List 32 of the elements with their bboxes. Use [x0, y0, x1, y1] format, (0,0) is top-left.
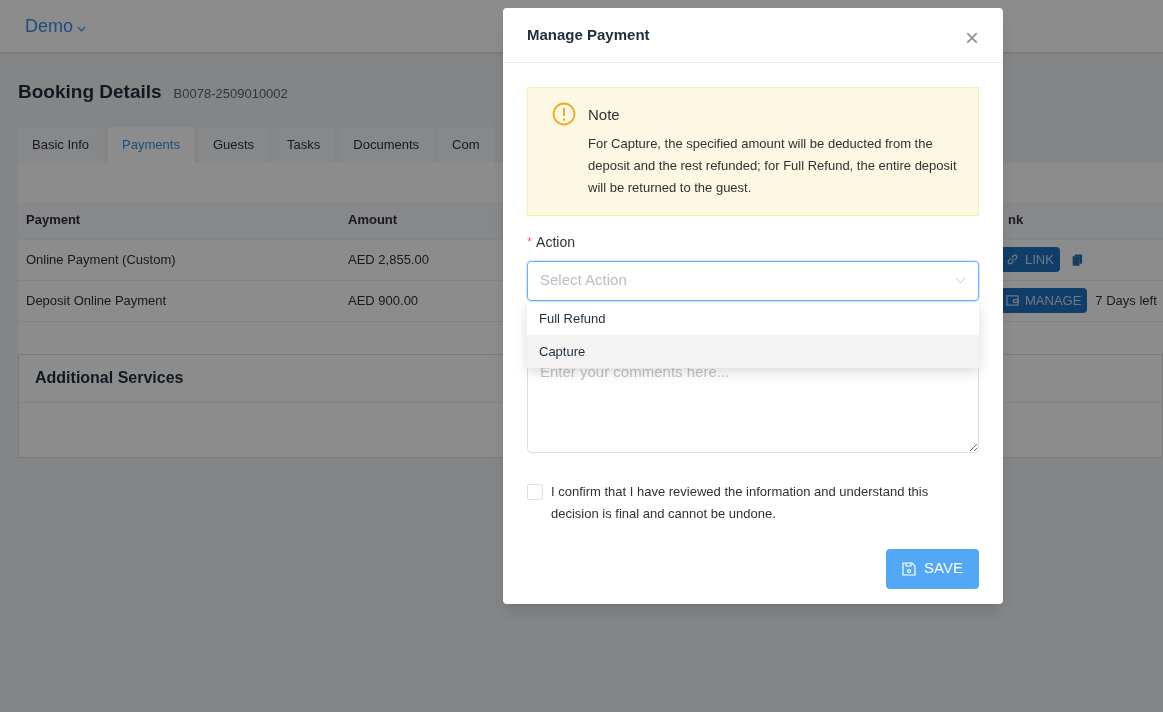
caret-icon	[77, 26, 86, 32]
confirm-text: I confirm that I have reviewed the information and understand this decision is final and cannot be undone.	[551, 482, 930, 523]
link-button[interactable]: LINK	[1000, 247, 1060, 272]
chain-link-icon	[1006, 253, 1019, 266]
table-cell: AED 900.00	[348, 292, 419, 308]
checkbox[interactable]	[527, 483, 543, 500]
warning-icon	[552, 102, 576, 126]
tab[interactable]: Payments	[108, 126, 194, 163]
booking-id: B0078-2509010002	[173, 85, 288, 103]
table-cell: AED 2,855.00	[348, 251, 429, 267]
section-title: Additional Services	[35, 368, 184, 388]
days-left-text: 7 Days left	[1095, 291, 1157, 310]
chevron-icon	[955, 277, 966, 284]
column-header: nk	[1008, 212, 1024, 228]
page-title: Booking Details	[18, 80, 162, 104]
copy-icon[interactable]	[1071, 252, 1083, 267]
workspace-dropdown[interactable]: Demo	[25, 12, 86, 40]
dropdown-option[interactable]: Full Refund	[527, 302, 979, 335]
table-cell: Online Payment (Custom)	[26, 251, 176, 267]
save-button[interactable]: SAVE	[886, 548, 979, 589]
column-header: Amount	[348, 212, 398, 228]
note-text: For Capture, the specified amount will be deducted from the deposit and the rest refunded; for Full Refund, the entire deposit will be returned to the guest.	[588, 134, 958, 197]
wallet-icon	[1006, 294, 1019, 307]
table-cell: Deposit Online Payment	[26, 292, 167, 308]
close-button[interactable]: ×	[965, 26, 979, 50]
field-label: Action	[536, 232, 575, 252]
dropdown-option[interactable]: Capture	[527, 335, 979, 368]
column-header: Payment	[26, 212, 81, 228]
dialog-title: Manage Payment	[527, 24, 650, 45]
required-marker: *	[527, 233, 533, 252]
note-title: Note	[588, 105, 621, 125]
manage-button[interactable]: MANAGE	[1000, 288, 1088, 313]
